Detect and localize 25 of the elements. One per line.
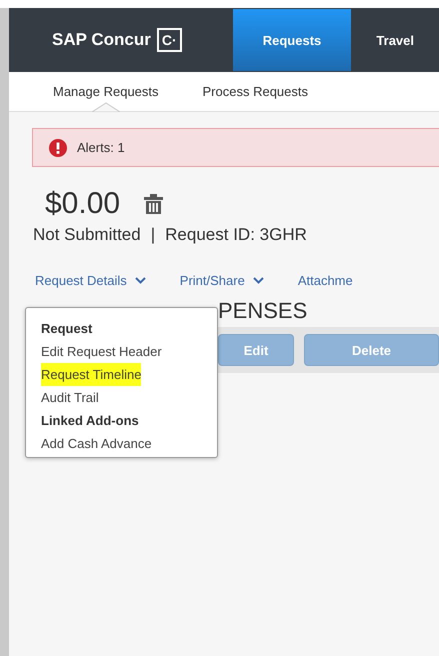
menu-section-header: Linked Add-ons xyxy=(41,412,139,430)
action-link[interactable]: Print/Share xyxy=(180,273,264,288)
menu-item[interactable]: Edit Request Header xyxy=(41,340,162,363)
request-status: Not Submitted xyxy=(33,225,141,245)
section-heading: PENSES xyxy=(218,298,308,324)
menu-item[interactable]: Add Cash Advance xyxy=(41,432,152,455)
action-link[interactable]: Attachme xyxy=(298,273,353,288)
request-amount: $0.00 xyxy=(45,187,120,221)
menu-item[interactable]: Request Timeline xyxy=(41,363,142,386)
request-id: Request ID: 3GHR xyxy=(165,225,307,245)
menu-section-header: Request xyxy=(41,320,92,338)
subnav-tab[interactable]: Manage Requests xyxy=(53,72,159,111)
action-link[interactable]: Request Details xyxy=(35,273,146,288)
separator: | xyxy=(150,225,156,245)
nav-tab[interactable]: Travel xyxy=(351,8,439,72)
alert-icon xyxy=(49,138,67,156)
nav-tab[interactable]: Requests xyxy=(232,9,352,71)
subnav-tab[interactable]: Process Requests xyxy=(202,72,308,111)
logo-mark: C· xyxy=(156,28,182,52)
alert-text: Alerts: 1 xyxy=(77,140,125,155)
chevron-down-icon xyxy=(252,277,264,284)
chevron-down-icon xyxy=(134,277,146,284)
trash-icon[interactable] xyxy=(144,194,164,214)
menu-item[interactable]: Audit Trail xyxy=(41,386,99,409)
logo-text: SAP Concur xyxy=(52,30,151,50)
